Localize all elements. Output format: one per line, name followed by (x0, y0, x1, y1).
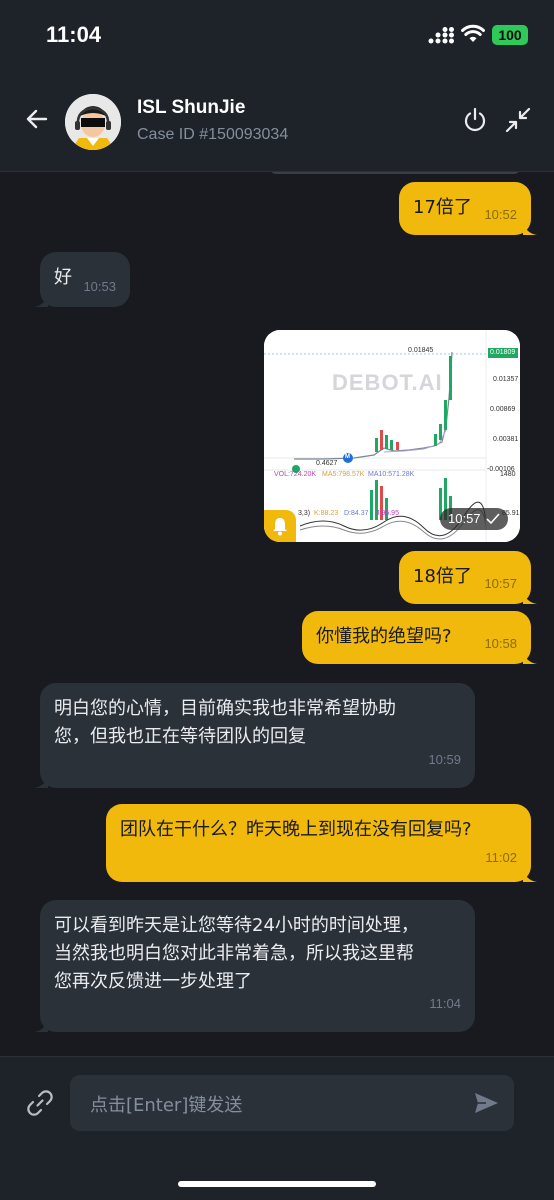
contact-name: ISL ShunJie (137, 97, 246, 118)
send-icon[interactable] (472, 1089, 500, 1117)
message-input[interactable]: 点击[Enter]键发送 (70, 1075, 514, 1131)
message-line: 可以看到昨天是让您等待24小时的时间处理， (54, 915, 419, 936)
composer: 点击[Enter]键发送 (0, 1056, 554, 1200)
case-id: Case ID #150093034 (137, 126, 289, 143)
message-text: 好 (54, 267, 72, 288)
kdj-d-label: D:84.37 (344, 510, 369, 517)
price-label: 0.00381 (493, 436, 519, 443)
message-bubble-incoming[interactable]: 可以看到昨天是让您等待24小时的时间处理， 当然我也明白您对此非常着急，所以我这… (34, 900, 475, 1032)
chart-watermark: DEBOT.AI (332, 370, 443, 395)
left-tag: 3,3) (298, 510, 311, 517)
bell-badge (264, 510, 296, 542)
chat-header: ISL ShunJie Case ID #150093034 (0, 70, 554, 172)
price-label: 0.01845 (408, 347, 434, 354)
message-bubble-incoming[interactable]: 好 10:53 (34, 252, 130, 307)
message-time: 10:58 (484, 636, 517, 651)
right-tag: 1480 (500, 471, 516, 478)
message-text: 团队在干什么？昨天晚上到现在没有回复吗? (120, 819, 472, 840)
price-label: 0.01357 (493, 376, 519, 383)
message-bubble-outgoing[interactable]: 17倍了 10:52 (399, 182, 537, 235)
bell-icon (273, 518, 287, 536)
price-label: 0.00869 (490, 406, 516, 413)
kdj-j-label: J:95.95 (376, 510, 399, 517)
message-text: 18倍了 (413, 566, 472, 587)
message-bubble-outgoing[interactable]: 你懂我的绝望吗? 10:58 (302, 611, 537, 664)
message-line: 明白您的心情，目前确实我也非常希望协助 (54, 698, 396, 719)
message-time: 11:04 (429, 996, 461, 1011)
message-text: 你懂我的绝望吗? (316, 626, 452, 647)
previous-message-edge (270, 172, 520, 174)
low-label: 0.4627 (316, 460, 338, 467)
chat-area[interactable]: 17倍了 10:52 好 10:53 DEBOT.AI 0.01845 0.01… (0, 172, 554, 1056)
battery-indicator: 100 (492, 25, 528, 45)
home-indicator (178, 1181, 376, 1187)
message-line: 您，但我也正在等待团队的回复 (54, 726, 306, 747)
ma5-label: MA5:798.57K (322, 471, 365, 478)
marker-label: M (345, 454, 350, 460)
message-time: 10:59 (428, 752, 461, 767)
image-time-badge: 10:57 (440, 508, 508, 530)
avatar (65, 94, 121, 150)
message-text: 17倍了 (413, 197, 472, 218)
message-time: 11:02 (485, 850, 517, 865)
vol-label: VOL:724.20K (274, 471, 317, 478)
power-icon[interactable] (461, 106, 489, 134)
kdj-k-label: K:88.23 (314, 510, 339, 517)
check-icon (486, 513, 500, 525)
message-line: 当然我也明白您对此非常着急，所以我这里帮 (54, 943, 414, 964)
back-arrow-icon[interactable] (22, 104, 52, 134)
wifi-icon (461, 24, 485, 42)
message-time: 10:57 (484, 576, 517, 591)
status-time: 11:04 (46, 22, 102, 47)
status-bar: 11:04 100 (0, 0, 554, 70)
message-bubble-outgoing[interactable]: 18倍了 10:57 (399, 551, 537, 604)
message-time: 10:52 (484, 207, 517, 222)
link-icon[interactable] (24, 1087, 56, 1119)
image-message[interactable]: DEBOT.AI 0.01845 0.01809 0.01357 0.00869… (264, 330, 520, 542)
signal-icon (428, 27, 454, 44)
message-bubble-incoming[interactable]: 明白您的心情，目前确实我也非常希望协助 您，但我也正在等待团队的回复 10:59 (34, 683, 475, 788)
message-bubble-outgoing[interactable]: 团队在干什么？昨天晚上到现在没有回复吗? 11:02 (106, 804, 537, 882)
price-label: 0.01809 (490, 349, 516, 356)
minimize-icon[interactable] (504, 106, 532, 134)
message-time: 10:53 (83, 279, 116, 294)
ma10-label: MA10:571.28K (368, 471, 415, 478)
message-time: 10:57 (448, 511, 481, 526)
input-placeholder: 点击[Enter]键发送 (90, 1095, 243, 1116)
message-line: 您再次反馈进一步处理了 (54, 971, 252, 992)
